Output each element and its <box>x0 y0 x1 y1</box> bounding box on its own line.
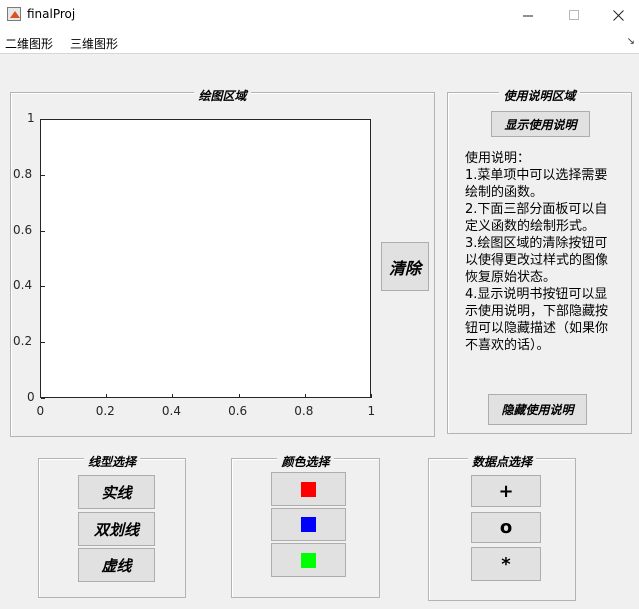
menu-bar: 二维图形 三维图形 ↘ <box>0 30 639 54</box>
x-tick-label: 0.8 <box>294 404 314 418</box>
y-tick-mark <box>41 398 45 399</box>
x-tick-mark <box>172 394 173 398</box>
menu-3d-plot[interactable]: 三维图形 <box>70 35 118 52</box>
y-tick-label: 0.4 <box>13 278 33 293</box>
chevron-down-icon[interactable]: ↘ <box>627 36 635 47</box>
y-tick-label: 0.2 <box>13 334 33 349</box>
x-tick-label: 0.4 <box>161 404 181 418</box>
y-tick-label: 0.6 <box>13 222 33 237</box>
maximize-button[interactable] <box>551 0 597 30</box>
y-tick-label: 0.8 <box>13 166 33 181</box>
blue-swatch <box>301 517 316 532</box>
y-tick-mark <box>41 119 45 120</box>
window-title: finalProj <box>27 7 76 21</box>
red-color-button[interactable] <box>271 472 346 506</box>
y-tick-mark <box>41 286 45 287</box>
y-tick-mark <box>41 175 45 176</box>
x-tick-label: 0.6 <box>228 404 248 418</box>
minimize-icon <box>522 15 533 16</box>
line-style-panel-title: 线型选择 <box>83 455 140 469</box>
title-bar: finalProj <box>0 0 639 30</box>
x-tick-label: 0 <box>36 404 45 418</box>
color-panel-title: 颜色选择 <box>277 455 334 469</box>
x-tick-label: 0.2 <box>95 404 115 418</box>
app-window: finalProj 二维图形 三维图形 ↘ 绘图区域 0 0.2 0.4 0.6 0.8… <box>0 0 639 609</box>
x-tick-mark <box>239 394 240 398</box>
blue-color-button[interactable] <box>271 508 346 541</box>
y-tick-mark <box>41 342 45 343</box>
x-tick-mark <box>371 394 372 398</box>
plot-axes[interactable] <box>40 119 371 398</box>
maximize-icon <box>568 9 579 20</box>
plot-panel-title: 绘图区域 <box>194 89 251 103</box>
y-tick-label: 1 <box>27 111 35 125</box>
menu-2d-plot[interactable]: 二维图形 <box>5 35 53 52</box>
green-color-button[interactable] <box>271 543 346 577</box>
close-button[interactable] <box>597 0 639 30</box>
marker-panel-title: 数据点选择 <box>467 455 536 469</box>
solid-line-button[interactable]: 实线 <box>78 475 155 509</box>
matlab-app-icon <box>7 7 21 21</box>
circle-marker-button[interactable]: o <box>471 512 541 543</box>
x-tick-mark <box>305 394 306 398</box>
red-swatch <box>301 481 316 497</box>
close-icon <box>612 9 624 21</box>
x-tick-label: 1 <box>367 404 376 418</box>
green-swatch <box>301 552 316 568</box>
plus-marker-button[interactable]: + <box>471 475 541 507</box>
minimize-button[interactable] <box>505 0 551 30</box>
clear-button[interactable]: 清除 <box>381 242 429 291</box>
x-tick-mark <box>106 394 107 398</box>
help-panel-title: 使用说明区域 <box>499 89 580 103</box>
dashed-line-button[interactable]: 虚线 <box>78 548 155 582</box>
y-tick-label: 0 <box>27 390 35 404</box>
show-instructions-button[interactable]: 显示使用说明 <box>491 111 590 137</box>
y-tick-mark <box>41 231 45 232</box>
instructions-text: 使用说明： 1.菜单项中可以选择需要绘制的函数。 2.下面三部分面板可以自定义函… <box>465 151 609 353</box>
dash-dot-line-button[interactable]: 双划线 <box>78 512 155 546</box>
star-marker-button[interactable]: * <box>471 547 541 581</box>
hide-instructions-button[interactable]: 隐藏使用说明 <box>488 394 587 425</box>
